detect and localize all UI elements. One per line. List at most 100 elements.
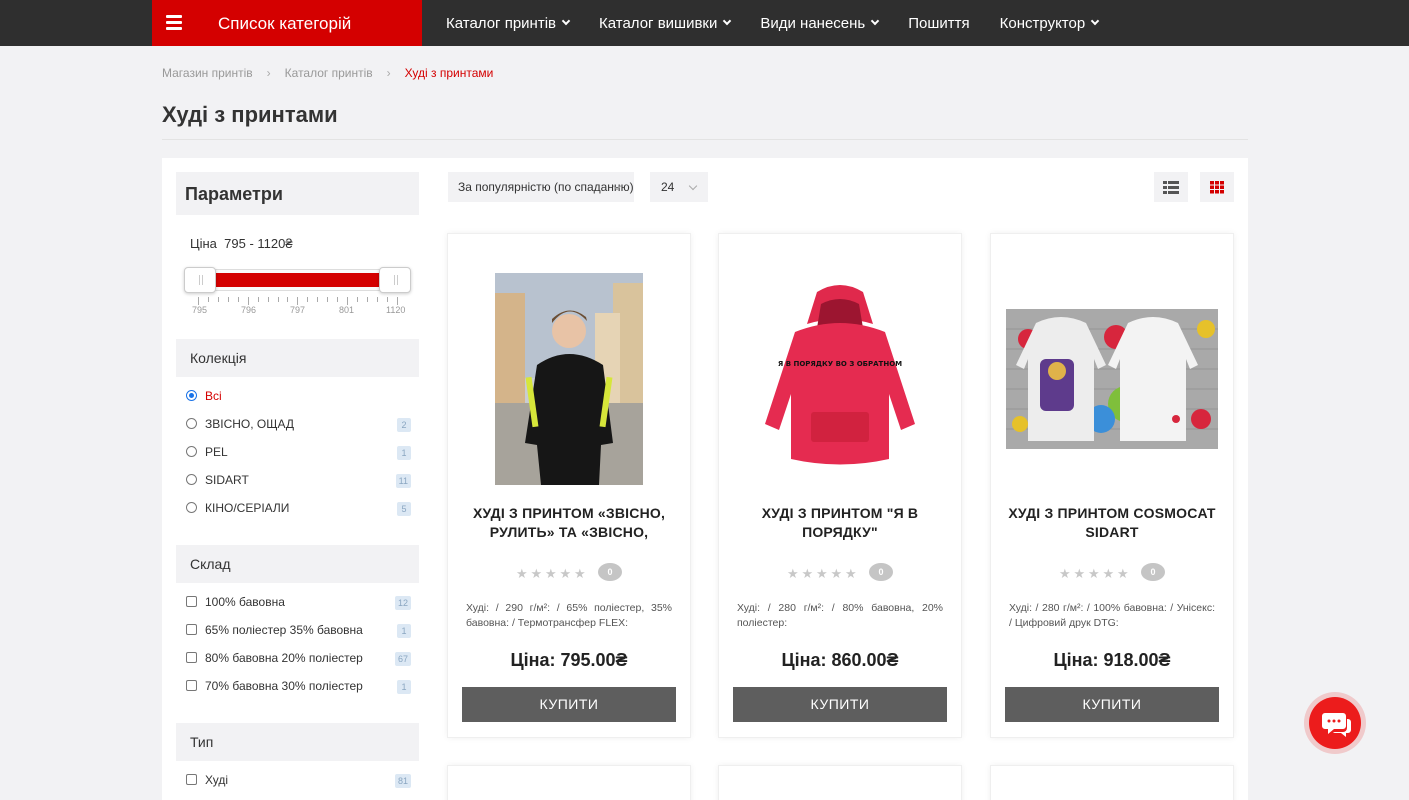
type-option-hoodie[interactable]: Худі 81: [186, 771, 411, 791]
product-description: Худі: / 280 г/м²: / 80% бавовна, 20% пол…: [737, 602, 943, 629]
buy-button[interactable]: КУПИТИ: [1005, 687, 1219, 722]
collection-filter-header[interactable]: Колекція: [176, 339, 419, 377]
radio-button[interactable]: [186, 502, 197, 513]
composition-option[interactable]: 65% поліестер 35% бавовна 1: [186, 621, 411, 641]
option-label: 100% бавовна: [205, 595, 285, 609]
product-title[interactable]: ХУДІ З ПРИНТОМ COSMOCAT SIDART: [1005, 504, 1219, 542]
rating-stars[interactable]: ★ ★ ★ ★ ★: [1059, 566, 1132, 580]
star-icon: ★: [845, 565, 857, 581]
radio-button[interactable]: [186, 390, 197, 401]
nav-constructor[interactable]: Конструктор: [1000, 15, 1100, 32]
price-slider-fill: [192, 273, 382, 287]
star-icon: ★: [787, 565, 799, 581]
buy-button[interactable]: КУПИТИ: [462, 687, 676, 722]
chat-bubbles-icon: [1322, 713, 1351, 737]
nav-label: Види нанесень: [760, 14, 866, 32]
price-tick-label: 1120: [386, 305, 406, 315]
grid-view-icon: [1210, 181, 1224, 194]
collection-option-zvisno[interactable]: ЗВІСНО, ОЩАД 2: [186, 415, 411, 435]
sort-select-value: За популярністю (по спаданню): [458, 180, 634, 194]
category-list-button[interactable]: Список категорій: [152, 0, 422, 46]
filters-title: Параметри: [185, 184, 283, 204]
breadcrumb-separator-icon: ›: [386, 66, 391, 80]
nav-label: Каталог вишивки: [599, 14, 718, 32]
rating-stars[interactable]: ★ ★ ★ ★ ★: [787, 566, 860, 580]
checkbox[interactable]: [186, 624, 197, 635]
main-nav: Каталог принтів Каталог вишивки Види нан…: [446, 0, 1128, 46]
breadcrumb: Магазин принтів › Каталог принтів › Худі…: [162, 66, 493, 80]
collection-option-pel[interactable]: PEL 1: [186, 443, 411, 463]
collection-option-sidart[interactable]: SIDART 11: [186, 471, 411, 491]
star-icon: ★: [1059, 565, 1071, 581]
option-label: 65% поліестер 35% бавовна: [205, 623, 363, 637]
collection-option-all[interactable]: Всі: [186, 387, 411, 407]
breadcrumb-current: Худі з принтами: [404, 66, 494, 80]
sort-select[interactable]: За популярністю (по спаданню): [448, 172, 634, 202]
chat-widget-button[interactable]: [1304, 692, 1366, 754]
checkbox[interactable]: [186, 680, 197, 691]
product-title[interactable]: ХУДІ З ПРИНТОМ «ЗВІСНО, РУЛИТЬ» ТА «ЗВІС…: [462, 504, 676, 542]
grid-view-button[interactable]: [1200, 172, 1234, 202]
count-badge: 81: [394, 774, 411, 788]
chevron-down-icon: [871, 16, 880, 26]
product-card-partial[interactable]: [990, 765, 1234, 800]
option-label: Всі: [205, 389, 222, 403]
product-card[interactable]: ХУДІ З ПРИНТОМ COSMOCAT SIDART ★ ★ ★ ★ ★ 0 Х…: [990, 233, 1234, 738]
product-card-partial[interactable]: [718, 765, 962, 800]
comment-count-badge[interactable]: 0: [598, 563, 622, 581]
product-image-link[interactable]: [991, 309, 1233, 449]
composition-option[interactable]: 70% бавовна 30% поліестер 1: [186, 677, 411, 697]
product-card[interactable]: ХУДІ З ПРИНТОМ «ЗВІСНО, РУЛИТЬ» ТА «ЗВІС…: [447, 233, 691, 738]
product-image: Я В ПОРЯДКУ ВО З ОБРАТНОМ: [765, 285, 915, 465]
star-icon: ★: [830, 565, 843, 581]
rating-stars[interactable]: ★ ★ ★ ★ ★: [516, 566, 589, 580]
composition-option[interactable]: 100% бавовна 12: [186, 593, 411, 613]
radio-button[interactable]: [186, 418, 197, 429]
chevron-down-icon: [688, 181, 698, 191]
list-view-icon: [1163, 181, 1179, 194]
option-label: 70% бавовна 30% поліестер: [205, 679, 363, 693]
price-tick-label: 797: [290, 305, 306, 315]
nav-application-types[interactable]: Види нанесень: [760, 14, 880, 32]
type-title: Тип: [190, 734, 214, 750]
list-view-button[interactable]: [1154, 172, 1188, 202]
option-label: ЗВІСНО, ОЩАД: [205, 417, 295, 431]
checkbox[interactable]: [186, 596, 197, 607]
breadcrumb-link-shop[interactable]: Магазин принтів: [162, 66, 253, 80]
breadcrumb-link-catalog[interactable]: Каталог принтів: [285, 66, 373, 80]
composition-filter-header[interactable]: Склад: [176, 545, 419, 583]
star-icon: ★: [559, 565, 572, 581]
nav-embroidery-catalog[interactable]: Каталог вишивки: [599, 14, 732, 32]
option-label: PEL: [205, 445, 228, 459]
price-filter-label: Ціна 795 - 1120₴: [190, 236, 293, 251]
per-page-select[interactable]: 24: [650, 172, 708, 202]
count-badge: 12: [394, 596, 411, 610]
option-label: КІНО/СЕРІАЛИ: [205, 501, 290, 515]
collection-title: Колекція: [190, 350, 247, 366]
radio-button[interactable]: [186, 446, 197, 457]
product-description: Худі: / 290 г/м²: / 65% поліестер, 35% б…: [466, 602, 672, 629]
star-icon: ★: [545, 565, 557, 581]
product-title[interactable]: ХУДІ З ПРИНТОМ "Я В ПОРЯДКУ": [733, 504, 947, 542]
composition-option[interactable]: 80% бавовна 20% поліестер 67: [186, 649, 411, 669]
nav-tailoring[interactable]: Пошиття: [908, 15, 969, 32]
product-card[interactable]: Я В ПОРЯДКУ ВО З ОБРАТНОМ ХУДІ З ПРИНТОМ…: [718, 233, 962, 738]
radio-button[interactable]: [186, 474, 197, 485]
product-card-partial[interactable]: [447, 765, 691, 800]
comment-count-badge[interactable]: 0: [869, 563, 893, 581]
comment-count-badge[interactable]: 0: [1141, 563, 1165, 581]
price-slider-max-handle[interactable]: [379, 267, 411, 293]
checkbox[interactable]: [186, 652, 197, 663]
product-price: Ціна: 918.00₴: [1053, 650, 1171, 670]
buy-button[interactable]: КУПИТИ: [733, 687, 947, 722]
star-icon: ★: [516, 565, 528, 581]
checkbox[interactable]: [186, 774, 197, 785]
product-image-link[interactable]: [448, 273, 690, 485]
collection-option-kino[interactable]: КІНО/СЕРІАЛИ 5: [186, 499, 411, 519]
product-image-link[interactable]: Я В ПОРЯДКУ ВО З ОБРАТНОМ: [719, 284, 961, 474]
option-label: Худі: [205, 773, 229, 787]
type-filter-header[interactable]: Тип: [176, 723, 419, 761]
nav-print-catalog[interactable]: Каталог принтів: [446, 15, 571, 32]
price-slider-min-handle[interactable]: [184, 267, 216, 293]
hamburger-menu-icon: [166, 15, 182, 31]
